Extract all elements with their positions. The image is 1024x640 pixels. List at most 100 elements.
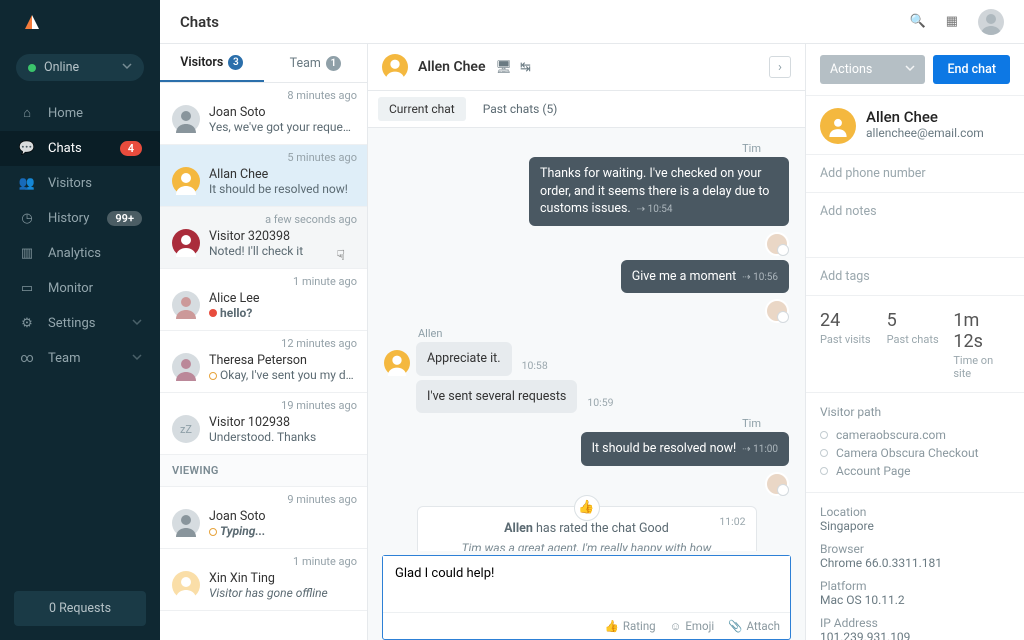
stat-label: Past chats: [887, 333, 944, 346]
chat-name: Visitor 320398: [209, 229, 355, 244]
nav-history-badge: 99+: [107, 211, 142, 226]
analytics-icon: ▥: [18, 246, 36, 261]
nav-settings[interactable]: ⚙Settings: [0, 306, 160, 341]
avatar: [172, 167, 200, 195]
stat-value: 24: [820, 310, 877, 331]
message-bubble: Appreciate it.: [416, 342, 512, 376]
chat-item[interactable]: 1 minute ago Alice Leehello?: [160, 269, 367, 331]
nav-monitor-label: Monitor: [48, 281, 93, 296]
add-phone-field[interactable]: Add phone number: [806, 155, 1024, 193]
nav-monitor[interactable]: ▭Monitor: [0, 271, 160, 306]
stat-value: 1m 12s: [953, 310, 1010, 352]
tab-visitors-count: 3: [228, 55, 243, 70]
chat-name: Xin Xin Ting: [209, 571, 355, 586]
collapse-panel-button[interactable]: ›: [769, 56, 791, 78]
end-chat-button[interactable]: End chat: [933, 55, 1010, 84]
subtab-past[interactable]: Past chats (5): [472, 97, 569, 121]
attach-button[interactable]: 📎 Attach: [728, 619, 780, 633]
chat-icon: 💬: [18, 141, 36, 156]
info-value: Chrome 66.0.3311.181: [820, 556, 1010, 570]
info-key: IP Address: [820, 616, 1010, 630]
message-bubble: I've sent several requests: [416, 380, 577, 414]
nav-chats-label: Chats: [48, 141, 82, 156]
sender-label: Tim: [384, 142, 789, 155]
visitor-path-item[interactable]: cameraobscura.com: [820, 426, 1010, 444]
message-timestamp: 10:59: [587, 396, 613, 413]
chat-item[interactable]: 1 minute ago Xin Xin TingVisitor has gon…: [160, 549, 367, 611]
avatar: [382, 54, 408, 80]
chat-item[interactable]: 12 minutes ago Theresa PetersonOkay, I'v…: [160, 331, 367, 393]
tab-team[interactable]: Team1: [264, 44, 368, 82]
avatar: [172, 571, 200, 599]
status-selector[interactable]: Online: [16, 54, 144, 81]
actions-dropdown[interactable]: Actions: [820, 55, 925, 84]
chat-item[interactable]: a few seconds ago Visitor 320398Noted! I…: [160, 207, 367, 269]
tab-visitors[interactable]: Visitors 3: [160, 44, 264, 82]
nav-team[interactable]: ∞ Team: [0, 341, 160, 376]
rating-card: 👍 11:02 Allen has rated the chat Good Ti…: [417, 506, 757, 552]
thumbs-up-icon: 👍: [574, 495, 600, 521]
rating-timestamp: 11:02: [719, 515, 745, 528]
visitors-icon: 👥: [18, 176, 36, 191]
conv-title: Allen Chee: [418, 59, 485, 75]
add-tags-field[interactable]: Add tags: [806, 258, 1024, 296]
desktop-icon: 🖥: [495, 60, 512, 75]
message-bubble: It should be resolved now!⇢ 11:00: [581, 432, 789, 466]
agent-avatar: [765, 299, 789, 323]
chat-preview: Yes, we've got your request an...: [209, 120, 355, 134]
chevron-down-icon: [132, 351, 142, 366]
chat-preview: Visitor has gone offline: [209, 586, 355, 600]
visitor-path-item[interactable]: Account Page: [820, 462, 1010, 480]
search-icon[interactable]: 🔍: [910, 14, 926, 29]
message-input[interactable]: [383, 556, 790, 612]
chat-preview: Typing...: [209, 524, 355, 538]
info-value: Mac OS 10.11.2: [820, 593, 1010, 607]
rating-button[interactable]: 👍 Rating: [605, 619, 656, 633]
chat-time: 1 minute ago: [293, 555, 357, 568]
nav-history-label: History: [48, 211, 89, 226]
chat-name: Allan Chee: [209, 167, 355, 182]
message-bubble: Thanks for waiting. I've checked on your…: [529, 157, 789, 226]
nav-analytics-label: Analytics: [48, 246, 101, 261]
emoji-button[interactable]: ☺ Emoji: [670, 619, 714, 633]
nav-history[interactable]: ◷History99+: [0, 201, 160, 236]
add-notes-field[interactable]: Add notes: [806, 193, 1024, 258]
viewing-header: VIEWING: [160, 455, 367, 487]
rating-comment: Tim was a great agent, I'm really happy …: [458, 540, 716, 552]
chat-time: 19 minutes ago: [281, 399, 357, 412]
chat-item[interactable]: 8 minutes ago Joan SotoYes, we've got yo…: [160, 83, 367, 145]
chat-time: a few seconds ago: [265, 213, 357, 226]
status-dot-icon: [28, 64, 36, 72]
stat-label: Past visits: [820, 333, 877, 346]
gear-icon: ⚙: [18, 316, 36, 331]
tab-visitors-label: Visitors: [180, 55, 223, 70]
user-avatar[interactable]: [978, 9, 1004, 35]
team-icon: ∞: [18, 351, 36, 366]
nav-team-label: Team: [48, 351, 81, 366]
chat-time: 5 minutes ago: [287, 151, 357, 164]
subtab-current[interactable]: Current chat: [378, 97, 466, 121]
status-label: Online: [44, 60, 79, 75]
visitor-path-heading: Visitor path: [820, 405, 1010, 419]
visitor-path-item[interactable]: Camera Obscura Checkout: [820, 444, 1010, 462]
message-bubble: Give me a moment⇢ 10:56: [621, 260, 789, 294]
nav-home[interactable]: ⌂Home: [0, 95, 160, 131]
chat-preview: Understood. Thanks: [209, 430, 355, 444]
tab-team-label: Team: [290, 56, 321, 71]
chat-item[interactable]: 19 minutes ago zZ Visitor 102938Understo…: [160, 393, 367, 455]
chat-time: 1 minute ago: [293, 275, 357, 288]
chat-time: 12 minutes ago: [281, 337, 357, 350]
chat-item[interactable]: 9 minutes ago Joan SotoTyping...: [160, 487, 367, 549]
transfer-icon[interactable]: ↹: [520, 60, 531, 75]
avatar: zZ: [172, 415, 200, 443]
chat-item[interactable]: 5 minutes ago Allan CheeIt should be res…: [160, 145, 367, 207]
visitor-name: Allen Chee: [866, 108, 984, 126]
nav-chats[interactable]: 💬Chats4: [0, 131, 160, 166]
requests-button[interactable]: 0 Requests: [14, 591, 146, 626]
message-composer[interactable]: 👍 Rating ☺ Emoji 📎 Attach: [382, 555, 791, 640]
chat-preview: hello?: [209, 306, 355, 320]
nav-visitors[interactable]: 👥Visitors: [0, 166, 160, 201]
nav-home-label: Home: [48, 106, 83, 121]
apps-icon[interactable]: ▦: [946, 14, 958, 29]
nav-analytics[interactable]: ▥ Analytics: [0, 236, 160, 271]
